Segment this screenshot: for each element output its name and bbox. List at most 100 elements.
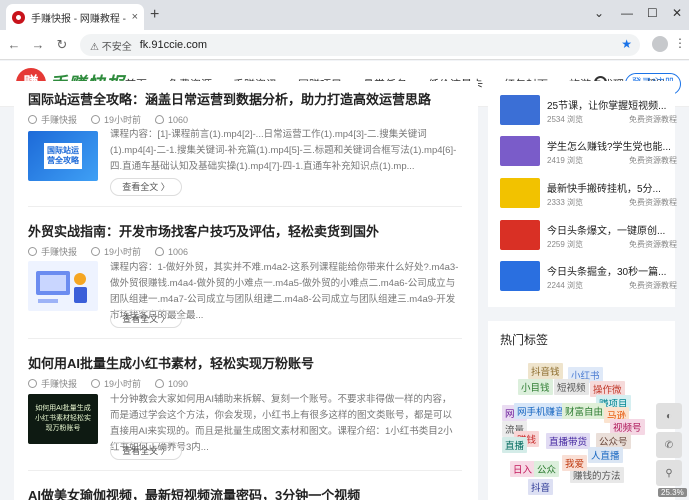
article-item: 外贸实战指南：开发市场找客户技巧及评估，轻松卖货到国外 手赚快报 19小时前 1… [28, 221, 460, 258]
article-views: 1006 [168, 246, 189, 257]
article-item: AI做美女瑜伽视频，最新短视频流量密码，3分钟一个视频 [28, 485, 460, 500]
sidebar-thumbnail [500, 220, 540, 250]
article-time: 19小时前 [104, 247, 142, 257]
article-excerpt: 课程内容：[1]-课程前言(1).mp4[2]-...日常运营工作(1).mp4… [110, 129, 457, 172]
tab-search-icon[interactable]: ⌄ [594, 6, 604, 20]
author-icon [28, 115, 37, 124]
zoom-badge: 25.3% [658, 488, 687, 497]
article-title[interactable]: 如何用AI批量生成小红书素材，轻松实现万粉账号 [28, 353, 460, 372]
article-author[interactable]: 手赚快报 [41, 113, 77, 126]
article-views: 1090 [168, 378, 189, 389]
sidebar-item-source: 免费资源教程 [629, 281, 677, 290]
sidebar-recommended: 25节课，让你掌握短视频... 2534 浏览 免费资源教程 学生怎么赚钱?学生党… [488, 81, 677, 307]
author-icon [28, 379, 37, 388]
read-more-button[interactable]: 查看全文 〉 [110, 310, 182, 328]
tag-link[interactable]: 我爱 [562, 455, 588, 471]
sidebar-item-title[interactable]: 最新快手搬砖挂机，5分... [547, 180, 672, 195]
sidebar-item-views: 2259 浏览 [547, 240, 584, 249]
profile-avatar-icon[interactable] [652, 36, 668, 52]
reload-icon[interactable]: ↻ [52, 37, 72, 53]
sidebar-item-views: 2244 浏览 [547, 281, 584, 290]
sidebar-item-title[interactable]: 学生怎么赚钱?学生党也能... [547, 138, 672, 153]
tag-link[interactable]: 抖音 [528, 479, 554, 495]
sidebar-thumbnail [500, 136, 540, 166]
eye-icon [155, 247, 165, 256]
maximize-icon[interactable]: ☐ [647, 6, 658, 20]
tag-link[interactable]: 人直播 [588, 447, 623, 463]
sidebar-item[interactable]: 最新快手搬砖挂机，5分... 2333 浏览 免费资源教程 [500, 178, 677, 210]
hot-tags-panel: 热门标签 小红书 抖音钱 小目钱 短视频 操作微 网赚 赚项目 网手机赚音 财富… [488, 321, 675, 500]
site-favicon-icon [12, 10, 25, 24]
article-item: 国际站运营全攻略：涵盖日常运营到数据分析，助力打造高效运营思路 手赚快报 19小… [28, 89, 460, 126]
theme-toggle-icon[interactable]: ◐ [656, 403, 682, 429]
tag-link[interactable]: 直播 [502, 437, 528, 453]
article-divider [28, 338, 462, 339]
bookmark-star-icon[interactable]: ★ [621, 37, 632, 51]
author-icon [28, 247, 37, 256]
tag-link[interactable]: 小目钱 [518, 379, 553, 395]
clock-icon [91, 115, 101, 124]
tag-link[interactable]: 日入 [510, 461, 536, 477]
sidebar-thumbnail [500, 261, 540, 291]
article-author[interactable]: 手赚快报 [41, 245, 77, 258]
tag-link[interactable]: 财富自由 [562, 403, 607, 419]
sidebar-thumbnail [500, 178, 540, 208]
sidebar-item-views: 2534 浏览 [547, 115, 584, 124]
tab-close-icon[interactable]: × [132, 11, 138, 23]
sidebar-item-title[interactable]: 25节课，让你掌握短视频... [547, 97, 672, 112]
tab-title: 手赚快报 - 网赚教程 - 兼职教程 [31, 13, 128, 25]
forward-icon[interactable]: → [28, 37, 48, 52]
article-title[interactable]: AI做美女瑜伽视频，最新短视频流量密码，3分钟一个视频 [28, 485, 460, 500]
contact-icon[interactable]: ✆ [656, 432, 682, 458]
article-views: 1060 [168, 114, 189, 125]
address-bar[interactable]: ⚠ 不安全 fk.91ccie.com ★ [80, 34, 640, 56]
tag-link[interactable]: 抖音钱 [528, 363, 563, 379]
hot-tags-title: 热门标签 [500, 333, 549, 347]
clock-icon [91, 247, 101, 256]
read-more-button[interactable]: 查看全文 〉 [110, 178, 182, 196]
tag-link[interactable]: 直播带货 [546, 433, 591, 449]
tag-cloud: 小红书 抖音钱 小目钱 短视频 操作微 网赚 赚项目 网手机赚音 财富自由 马逊… [500, 361, 648, 496]
insecure-badge[interactable]: ⚠ 不安全 [90, 38, 132, 53]
tag-link[interactable]: 网手机赚音 [514, 403, 568, 419]
clock-icon [91, 379, 101, 388]
tag-link[interactable]: 公众 [534, 461, 560, 477]
article-meta: 手赚快报 19小时前 1060 [28, 113, 460, 126]
new-tab-button[interactable]: + [150, 6, 159, 24]
article-thumbnail[interactable] [28, 261, 98, 311]
eye-icon [155, 379, 165, 388]
article-title[interactable]: 外贸实战指南：开发市场找客户技巧及评估，轻松卖货到国外 [28, 221, 460, 240]
sidebar-item[interactable]: 25节课，让你掌握短视频... 2534 浏览 免费资源教程 [500, 95, 677, 127]
sidebar-item-source: 免费资源教程 [629, 156, 677, 165]
article-meta: 手赚快报 19小时前 1006 [28, 245, 460, 258]
article-thumbnail[interactable]: 如何用AI批量生成小红书素材轻松实现万粉账号 [28, 394, 98, 444]
sidebar-item-views: 2419 浏览 [547, 156, 584, 165]
url-text[interactable]: fk.91ccie.com [140, 39, 207, 51]
sidebar-item[interactable]: 今日头条掘金，30秒一篇... 2244 浏览 免费资源教程 [500, 261, 677, 293]
close-window-icon[interactable]: ✕ [672, 6, 682, 20]
minimize-icon[interactable]: — [621, 6, 633, 20]
article-author[interactable]: 手赚快报 [41, 377, 77, 390]
article-meta: 手赚快报 19小时前 1090 [28, 377, 460, 390]
article-divider [28, 470, 462, 471]
article-title[interactable]: 国际站运营全攻略：涵盖日常运营到数据分析，助力打造高效运营思路 [28, 89, 460, 108]
business-illustration-icon [36, 271, 87, 303]
back-to-top-icon[interactable]: ⚲ [656, 460, 682, 486]
sidebar-item[interactable]: 学生怎么赚钱?学生党也能... 2419 浏览 免费资源教程 [500, 136, 677, 168]
back-icon[interactable]: ← [4, 37, 24, 52]
article-thumbnail[interactable]: 国际站运营全攻略 [28, 131, 98, 181]
article-time: 19小时前 [104, 379, 142, 389]
browser-menu-icon[interactable]: ⋮ [674, 36, 686, 50]
sidebar-item-title[interactable]: 今日头条掘金，30秒一篇... [547, 263, 672, 278]
browser-tabbar: 手赚快报 - 网赚教程 - 兼职教程 × + ⌄ — ☐ ✕ [0, 0, 689, 30]
eye-icon [155, 115, 165, 124]
tag-link[interactable]: 短视频 [554, 379, 589, 395]
thumbnail-caption: 如何用AI批量生成小红书素材轻松实现万粉账号 [35, 405, 91, 432]
sidebar-item-title[interactable]: 今日头条爆文，一键原创... [547, 222, 672, 237]
browser-tab[interactable]: 手赚快报 - 网赚教程 - 兼职教程 × [6, 4, 144, 30]
sidebar-item-source: 免费资源教程 [629, 115, 677, 124]
article-list: 国际站运营全攻略：涵盖日常运营到数据分析，助力打造高效运营思路 手赚快报 19小… [14, 81, 478, 500]
read-more-button[interactable]: 查看全文 〉 [110, 442, 182, 460]
sidebar-item[interactable]: 今日头条爆文，一键原创... 2259 浏览 免费资源教程 [500, 220, 677, 252]
sidebar-item-source: 免费资源教程 [629, 198, 677, 207]
